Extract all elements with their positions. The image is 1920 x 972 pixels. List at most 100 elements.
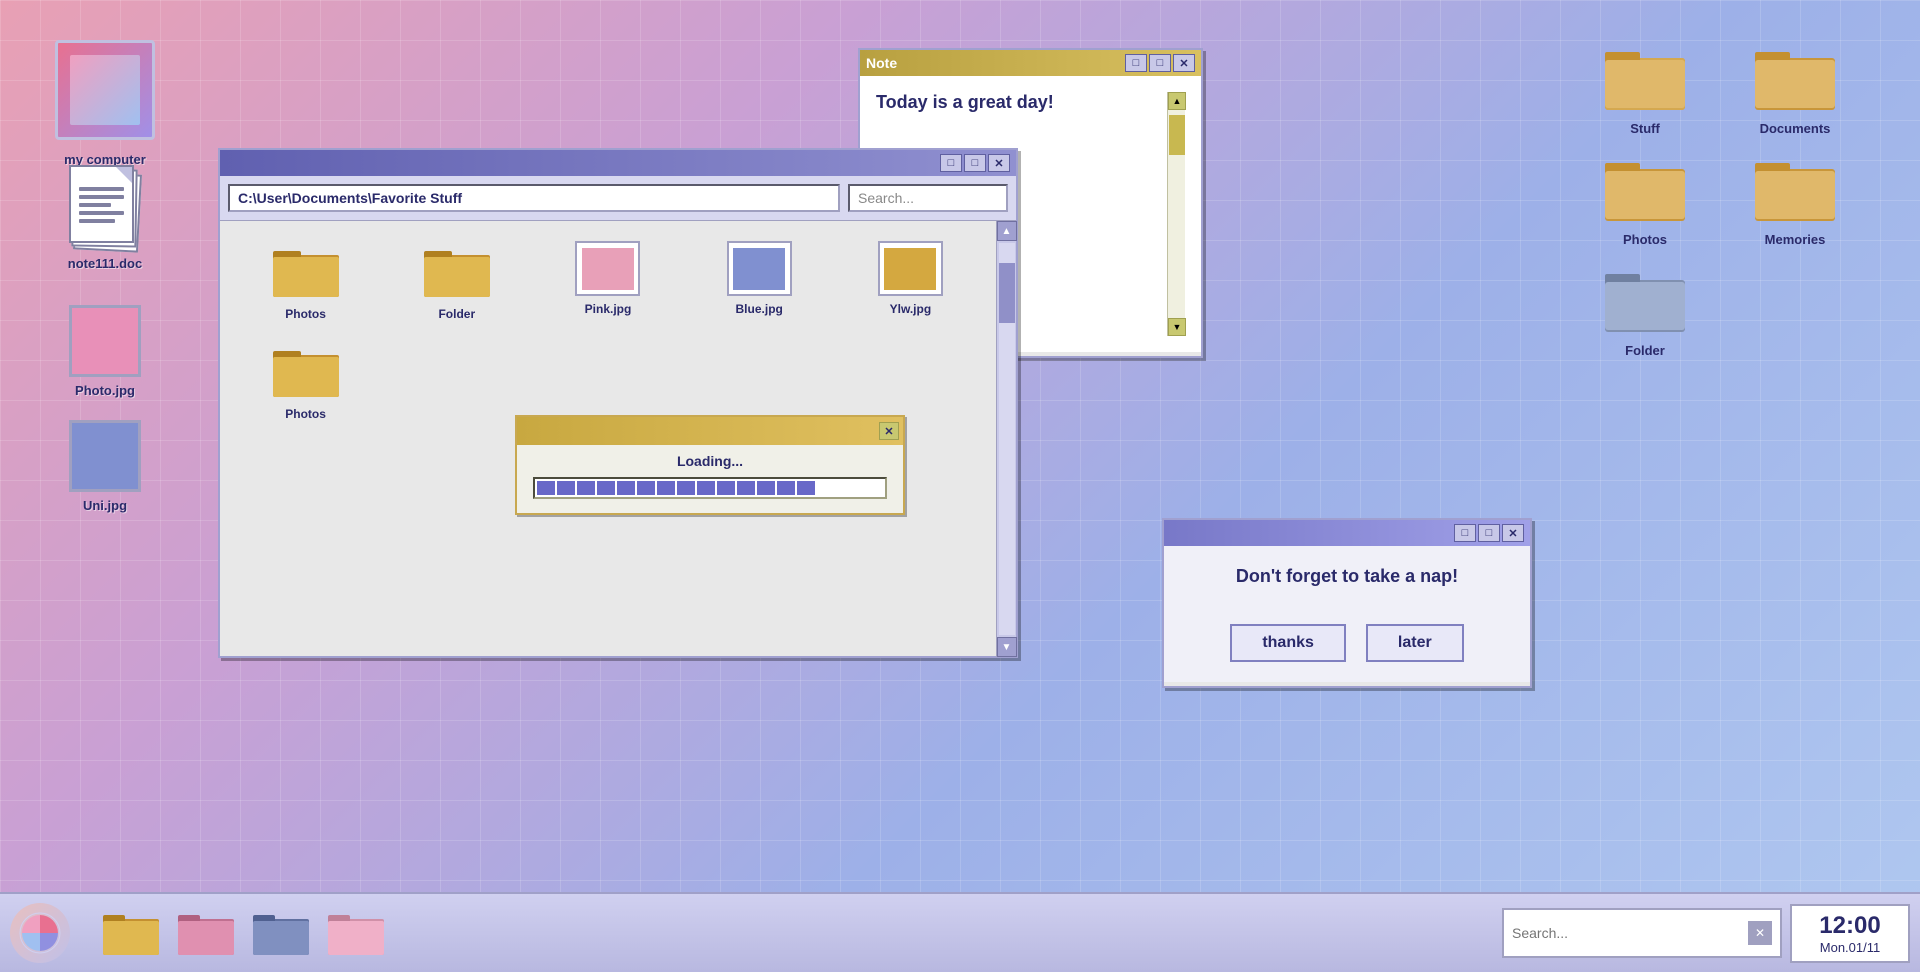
- explorer-search-placeholder: Search...: [858, 190, 914, 206]
- loading-block-4: [597, 481, 615, 495]
- my-computer-icon[interactable]: my computer: [55, 40, 155, 167]
- file-item-photos-1[interactable]: Photos: [240, 241, 371, 321]
- nap-dialog-close-btn[interactable]: ✕: [1502, 524, 1524, 542]
- pink-jpg-preview: [582, 248, 634, 290]
- taskbar-start-button[interactable]: [10, 903, 70, 963]
- file-item-folder[interactable]: Folder: [391, 241, 522, 321]
- loading-close-btn[interactable]: ✕: [879, 422, 899, 440]
- file-explorer-toolbar: C:\User\Documents\Favorite Stuff Search.…: [220, 176, 1016, 221]
- loading-content: Loading...: [517, 445, 903, 507]
- documents-folder-label: Documents: [1760, 121, 1831, 136]
- explorer-maximize-btn[interactable]: □: [964, 154, 986, 172]
- file-item-photos-2[interactable]: Photos: [240, 341, 371, 421]
- loading-block-12: [757, 481, 775, 495]
- file-item-blue-label: Blue.jpg: [736, 302, 783, 316]
- loading-text: Loading...: [533, 453, 887, 469]
- file-scrollbar: ▲ ▼: [996, 221, 1016, 657]
- photos-folder-icon: [271, 241, 341, 301]
- taskbar-folder-3[interactable]: [248, 903, 313, 963]
- note-scroll-down[interactable]: ▼: [1168, 318, 1186, 336]
- path-bar[interactable]: C:\User\Documents\Favorite Stuff: [228, 184, 840, 212]
- note-titlebar-buttons: □ □ ✕: [1125, 54, 1195, 72]
- loading-block-11: [737, 481, 755, 495]
- note-scroll-track: [1168, 110, 1185, 318]
- photos-2-folder-icon: [271, 341, 341, 401]
- scroll-thumb: [999, 263, 1015, 323]
- photos-folder-label: Photos: [1623, 232, 1667, 247]
- note-minimize-btn[interactable]: □: [1125, 54, 1147, 72]
- desktop-folder-stuff[interactable]: Stuff: [1580, 40, 1710, 136]
- blue-jpg-preview: [733, 248, 785, 290]
- scroll-track: [999, 243, 1015, 635]
- file-explorer-titlebar: □ □ ✕: [220, 150, 1016, 176]
- my-computer-screen: [70, 55, 140, 125]
- note-close-btn[interactable]: ✕: [1173, 54, 1195, 72]
- folder-icon: [422, 241, 492, 301]
- taskbar-search-input[interactable]: [1512, 925, 1740, 941]
- scroll-up-btn[interactable]: ▲: [997, 221, 1017, 241]
- nap-dialog-window: □ □ ✕ Don't forget to take a nap! thanks…: [1162, 518, 1532, 688]
- file-item-blue[interactable]: Blue.jpg: [694, 241, 825, 321]
- note-doc-icon[interactable]: note111.doc: [55, 165, 155, 271]
- thanks-button[interactable]: thanks: [1230, 624, 1346, 662]
- taskbar-search[interactable]: ✕: [1502, 908, 1782, 958]
- photo-jpg-image: [69, 305, 141, 377]
- loading-block-5: [617, 481, 635, 495]
- explorer-close-btn[interactable]: ✕: [988, 154, 1010, 172]
- taskbar-folder-lightpink-icon: [326, 907, 386, 959]
- stuff-folder-label: Stuff: [1630, 121, 1660, 136]
- nap-dialog-maximize-btn[interactable]: □: [1478, 524, 1500, 542]
- loading-block-1: [537, 481, 555, 495]
- file-item-photos-2-label: Photos: [285, 407, 326, 421]
- loading-titlebar: ✕: [517, 417, 903, 445]
- note-scroll-up[interactable]: ▲: [1168, 92, 1186, 110]
- photo-jpg-icon[interactable]: Photo.jpg: [55, 305, 155, 398]
- nap-dialog-content: Don't forget to take a nap! thanks later: [1164, 546, 1530, 682]
- taskbar-clock: 12:00 Mon.01/11: [1790, 904, 1910, 963]
- note-title: Note: [866, 55, 1125, 71]
- loading-bar: [537, 481, 883, 495]
- file-item-ylw[interactable]: Ylw.jpg: [845, 241, 976, 321]
- loading-block-6: [637, 481, 655, 495]
- file-item-pink[interactable]: Pink.jpg: [542, 241, 673, 321]
- nap-dialog-minimize-btn[interactable]: □: [1454, 524, 1476, 542]
- taskbar-folder-blue-icon: [251, 907, 311, 959]
- uni-jpg-icon[interactable]: Uni.jpg: [55, 420, 155, 513]
- desktop-folder-folder[interactable]: Folder: [1580, 262, 1710, 358]
- file-item-ylw-label: Ylw.jpg: [890, 302, 932, 316]
- file-item-photos-1-label: Photos: [285, 307, 326, 321]
- note-maximize-btn[interactable]: □: [1149, 54, 1171, 72]
- photos-folder-icon: [1600, 151, 1690, 226]
- uni-jpg-image: [69, 420, 141, 492]
- file-explorer-titlebar-buttons: □ □ ✕: [940, 154, 1010, 172]
- file-item-folder-label: Folder: [438, 307, 475, 321]
- scroll-down-btn[interactable]: ▼: [997, 637, 1017, 657]
- note-titlebar: Note □ □ ✕: [860, 50, 1201, 76]
- taskbar-search-icon: ✕: [1748, 921, 1772, 945]
- nap-dialog-buttons: thanks later: [1184, 624, 1510, 662]
- memories-folder-icon: [1750, 151, 1840, 226]
- loading-block-14: [797, 481, 815, 495]
- desktop-folder-documents[interactable]: Documents: [1730, 40, 1860, 136]
- loading-block-13: [777, 481, 795, 495]
- loading-block-7: [657, 481, 675, 495]
- taskbar-folder-2[interactable]: [173, 903, 238, 963]
- photo-jpg-label: Photo.jpg: [75, 383, 135, 398]
- loading-bar-container: [533, 477, 887, 499]
- nap-dialog-titlebar-buttons: □ □ ✕: [1454, 524, 1524, 542]
- later-button[interactable]: later: [1366, 624, 1464, 662]
- explorer-search-bar[interactable]: Search...: [848, 184, 1008, 212]
- desktop-right-folders: Stuff Documents Photos Memories: [1580, 40, 1860, 358]
- explorer-minimize-btn[interactable]: □: [940, 154, 962, 172]
- taskbar-folder-4[interactable]: [323, 903, 388, 963]
- note-doc-label: note111.doc: [68, 256, 142, 271]
- loading-block-9: [697, 481, 715, 495]
- desktop-folder-memories[interactable]: Memories: [1730, 151, 1860, 247]
- nap-dialog-titlebar: □ □ ✕: [1164, 520, 1530, 546]
- taskbar-folder-1[interactable]: [98, 903, 163, 963]
- folder-icon-blue: [1600, 262, 1690, 337]
- desktop-folder-photos[interactable]: Photos: [1580, 151, 1710, 247]
- uni-jpg-label: Uni.jpg: [83, 498, 127, 513]
- taskbar-folder-yellow-icon: [101, 907, 161, 959]
- taskbar-folders: [78, 903, 792, 963]
